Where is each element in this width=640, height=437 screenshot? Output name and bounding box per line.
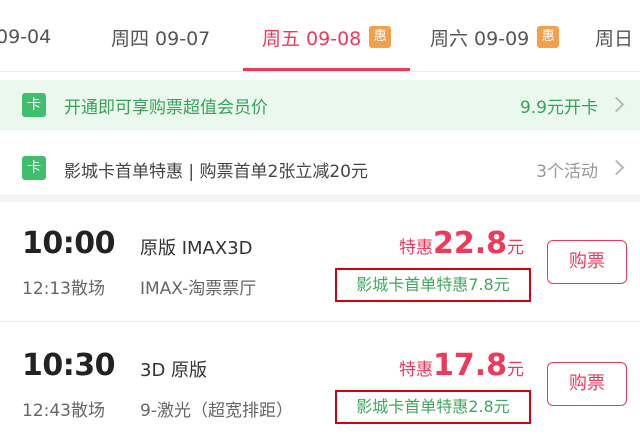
member-card-promo[interactable]: 卡 开通即可享购票超值会员价 9.9元开卡 (0, 80, 640, 130)
chevron-right-icon (608, 96, 625, 113)
active-tab-underline (243, 68, 410, 71)
date-tab-label: 周五 09-08 (262, 27, 362, 50)
session-row[interactable]: 10:00 12:13散场 原版 IMAX3D IMAX-淘票票厅 特惠22.8… (0, 204, 640, 322)
price-value: 17.8 (432, 348, 507, 383)
date-tab-label: 周四 09-07 (111, 27, 211, 50)
card-icon: 卡 (22, 93, 46, 117)
card-icon: 卡 (22, 156, 46, 180)
date-tab-sat-0909[interactable]: 周六 09-09 惠 (430, 24, 560, 50)
cinema-card-discount: 影城卡首单特惠2.8元 (335, 390, 531, 424)
start-time: 10:00 (22, 226, 116, 261)
activity-count-link[interactable]: 3个活动 (536, 157, 598, 182)
hall-name: 9-激光（超宽排距） (140, 401, 293, 421)
start-time: 10:30 (22, 348, 116, 383)
chevron-right-icon (608, 159, 625, 176)
buy-ticket-button[interactable]: 购票 (547, 362, 627, 406)
film-version: 3D 原版 (140, 360, 208, 381)
section-divider (0, 196, 640, 202)
open-card-link[interactable]: 9.9元开卡 (520, 93, 598, 118)
promo-text: 影城卡首单特惠 | 购票首单2张立减20元 (64, 162, 368, 182)
hall-name: IMAX-淘票票厅 (140, 279, 257, 299)
discount-badge: 惠 (369, 26, 392, 48)
date-tab-0904[interactable]: 09-04 (0, 24, 51, 50)
date-tab-thu-0907[interactable]: 周四 09-07 (111, 24, 210, 50)
discount-badge: 惠 (537, 26, 560, 48)
session-row[interactable]: 10:30 12:43散场 3D 原版 9-激光（超宽排距） 特惠17.8元 影… (0, 326, 640, 437)
price-unit: 元 (507, 238, 524, 258)
price: 特惠17.8元 (399, 348, 524, 383)
end-time: 12:13散场 (22, 279, 105, 299)
date-tab-bar: 09-04 周四 09-07 周五 09-08 惠 周六 09-09 惠 周日 (0, 0, 640, 72)
price: 特惠22.8元 (399, 226, 524, 261)
date-tab-label: 09-04 (0, 26, 52, 48)
cinema-card-discount: 影城卡首单特惠7.8元 (335, 268, 531, 302)
date-tab-sun[interactable]: 周日 (595, 24, 633, 50)
date-tab-label: 周日 (595, 27, 634, 50)
film-version: 原版 IMAX3D (140, 238, 253, 259)
date-tab-fri-0908[interactable]: 周五 09-08 惠 (262, 24, 392, 50)
buy-ticket-button[interactable]: 购票 (547, 240, 627, 284)
date-tab-label: 周六 09-09 (430, 27, 530, 50)
cinema-card-promo[interactable]: 卡 影城卡首单特惠 | 购票首单2张立减20元 3个活动 (0, 140, 640, 196)
promo-text: 开通即可享购票超值会员价 (64, 98, 268, 118)
price-prefix: 特惠 (398, 360, 433, 380)
price-value: 22.8 (432, 226, 507, 261)
price-unit: 元 (507, 360, 524, 380)
end-time: 12:43散场 (22, 401, 105, 421)
price-prefix: 特惠 (398, 238, 433, 258)
